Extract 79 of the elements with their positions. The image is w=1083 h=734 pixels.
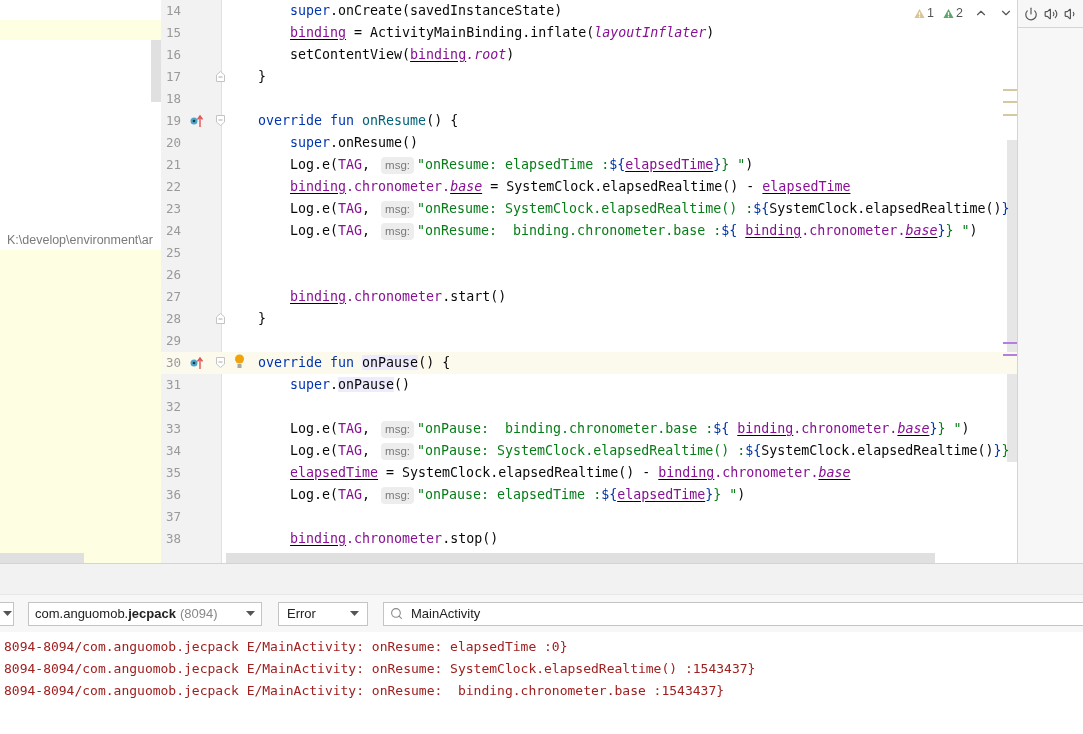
lightbulb-icon[interactable]	[234, 354, 245, 369]
error-stripe-mark[interactable]	[1003, 101, 1017, 103]
parameter-hint: msg:	[381, 157, 414, 174]
caret-icon	[350, 611, 359, 616]
line-number: 36	[166, 486, 182, 502]
line-number: 21	[166, 156, 182, 172]
code-line: Log.e(TAG, msg: "onPause: binding.chronometer.base :${ binding.chronometer.base}} ")	[290, 420, 970, 440]
fold-icon[interactable]	[216, 357, 225, 368]
line-number: 19	[166, 112, 182, 128]
line-number: 20	[166, 134, 182, 150]
code-line: Log.e(TAG, msg: "onPause: elapsedTime :${elapsedTime}} ")	[290, 486, 746, 506]
code-line: }	[258, 310, 266, 328]
search-field[interactable]: MainActivity	[383, 601, 1083, 626]
fold-icon[interactable]	[216, 115, 225, 126]
search-icon	[390, 607, 403, 620]
volume-icon[interactable]	[1044, 6, 1058, 21]
line-number: 33	[166, 420, 182, 436]
line-number: 29	[166, 332, 182, 348]
code-line: super.onPause()	[290, 376, 411, 394]
parameter-hint: msg:	[381, 201, 414, 218]
code-line: Log.e(TAG, msg: "onResume: SystemClock.elapsedRealtime() :${SystemClock.elapsedRealtime()}	[290, 200, 1010, 220]
line-number: 27	[166, 288, 182, 304]
log-entry: 8094-8094/com.anguomob.jecpack E/MainActivity: onResume: elapsedTime :0}	[3, 638, 568, 656]
parameter-hint: msg:	[381, 443, 414, 460]
code-line: binding.chronometer.stop()	[290, 530, 499, 548]
line-number: 34	[166, 442, 182, 458]
error-stripe-mark[interactable]	[1003, 89, 1017, 91]
override-marker-icon[interactable]	[190, 114, 204, 128]
log-entry: 8094-8094/com.anguomob.jecpack E/MainActivity: onResume: SystemClock.elapsedRealtime() :1543437}	[3, 660, 756, 678]
code-line: super.onResume()	[290, 134, 419, 152]
fold-icon[interactable]	[216, 313, 225, 324]
code-line: elapsedTime = SystemClock.elapsedRealtime() - binding.chronometer.base	[290, 464, 851, 482]
power-icon[interactable]	[1024, 6, 1038, 21]
process-dropdown[interactable]: com.anguomob.jecpack (8094)	[28, 601, 262, 626]
fold-icon[interactable]	[216, 71, 225, 82]
code-line: Log.e(TAG, msg: "onPause: SystemClock.elapsedRealtime() :${SystemClock.elapsedRealtime()}}	[290, 442, 1010, 462]
error-stripe-mark[interactable]	[1003, 342, 1017, 344]
caret-icon	[3, 611, 12, 616]
parameter-hint: msg:	[381, 223, 414, 240]
code-line: binding.chronometer.base = SystemClock.elapsedRealtime() - elapsedTime	[290, 178, 851, 196]
warning-icon	[943, 7, 955, 19]
warning-count[interactable]: 2	[956, 4, 963, 23]
line-number: 28	[166, 310, 182, 326]
line-number: 30	[166, 354, 182, 370]
error-stripe-mark[interactable]	[1003, 354, 1017, 356]
code-line: override fun onPause() {	[258, 354, 451, 372]
caret-icon	[246, 611, 255, 616]
warning-count[interactable]: 1	[927, 4, 935, 23]
line-number: 37	[166, 508, 182, 524]
line-number: 23	[166, 200, 182, 216]
line-number: 35	[166, 464, 182, 480]
parameter-hint: msg:	[381, 487, 414, 504]
device-dropdown[interactable]	[0, 601, 14, 626]
code-line: setContentView(binding.root)	[290, 46, 515, 64]
line-number: 25	[166, 244, 182, 260]
line-number: 15	[166, 24, 182, 40]
line-number: 18	[166, 90, 182, 106]
level-dropdown[interactable]: Error	[278, 601, 368, 626]
error-stripe-mark[interactable]	[1003, 114, 1017, 116]
code-line: binding = ActivityMainBinding.inflate(layoutInflater)	[290, 24, 715, 42]
line-number: 24	[166, 222, 182, 238]
code-line: override fun onResume() {	[258, 112, 459, 130]
line-number: 16	[166, 46, 182, 62]
line-number: 22	[166, 178, 182, 194]
line-number: 38	[166, 530, 182, 546]
code-line: super.onCreate(savedInstanceState)	[290, 2, 563, 20]
code-line: binding.chronometer.start()	[290, 288, 507, 306]
log-entry: 8094-8094/com.anguomob.jecpack E/MainActivity: onResume: binding.chronometer.base :1543437}	[3, 682, 725, 700]
line-number: 31	[166, 376, 182, 392]
path-label: K:\develop\environment\ar	[6, 232, 154, 249]
code-line: Log.e(TAG, msg: "onResume: elapsedTime :${elapsedTime}} ")	[290, 156, 754, 176]
line-number: 17	[166, 68, 182, 84]
override-marker-icon[interactable]	[190, 356, 204, 370]
line-number: 26	[166, 266, 182, 282]
line-number: 32	[166, 398, 182, 414]
line-number: 14	[166, 2, 182, 18]
code-line: }	[258, 68, 266, 86]
code-line: Log.e(TAG, msg: "onResume: binding.chronometer.base :${ binding.chronometer.base}} ")	[290, 222, 978, 242]
parameter-hint: msg:	[381, 421, 414, 438]
